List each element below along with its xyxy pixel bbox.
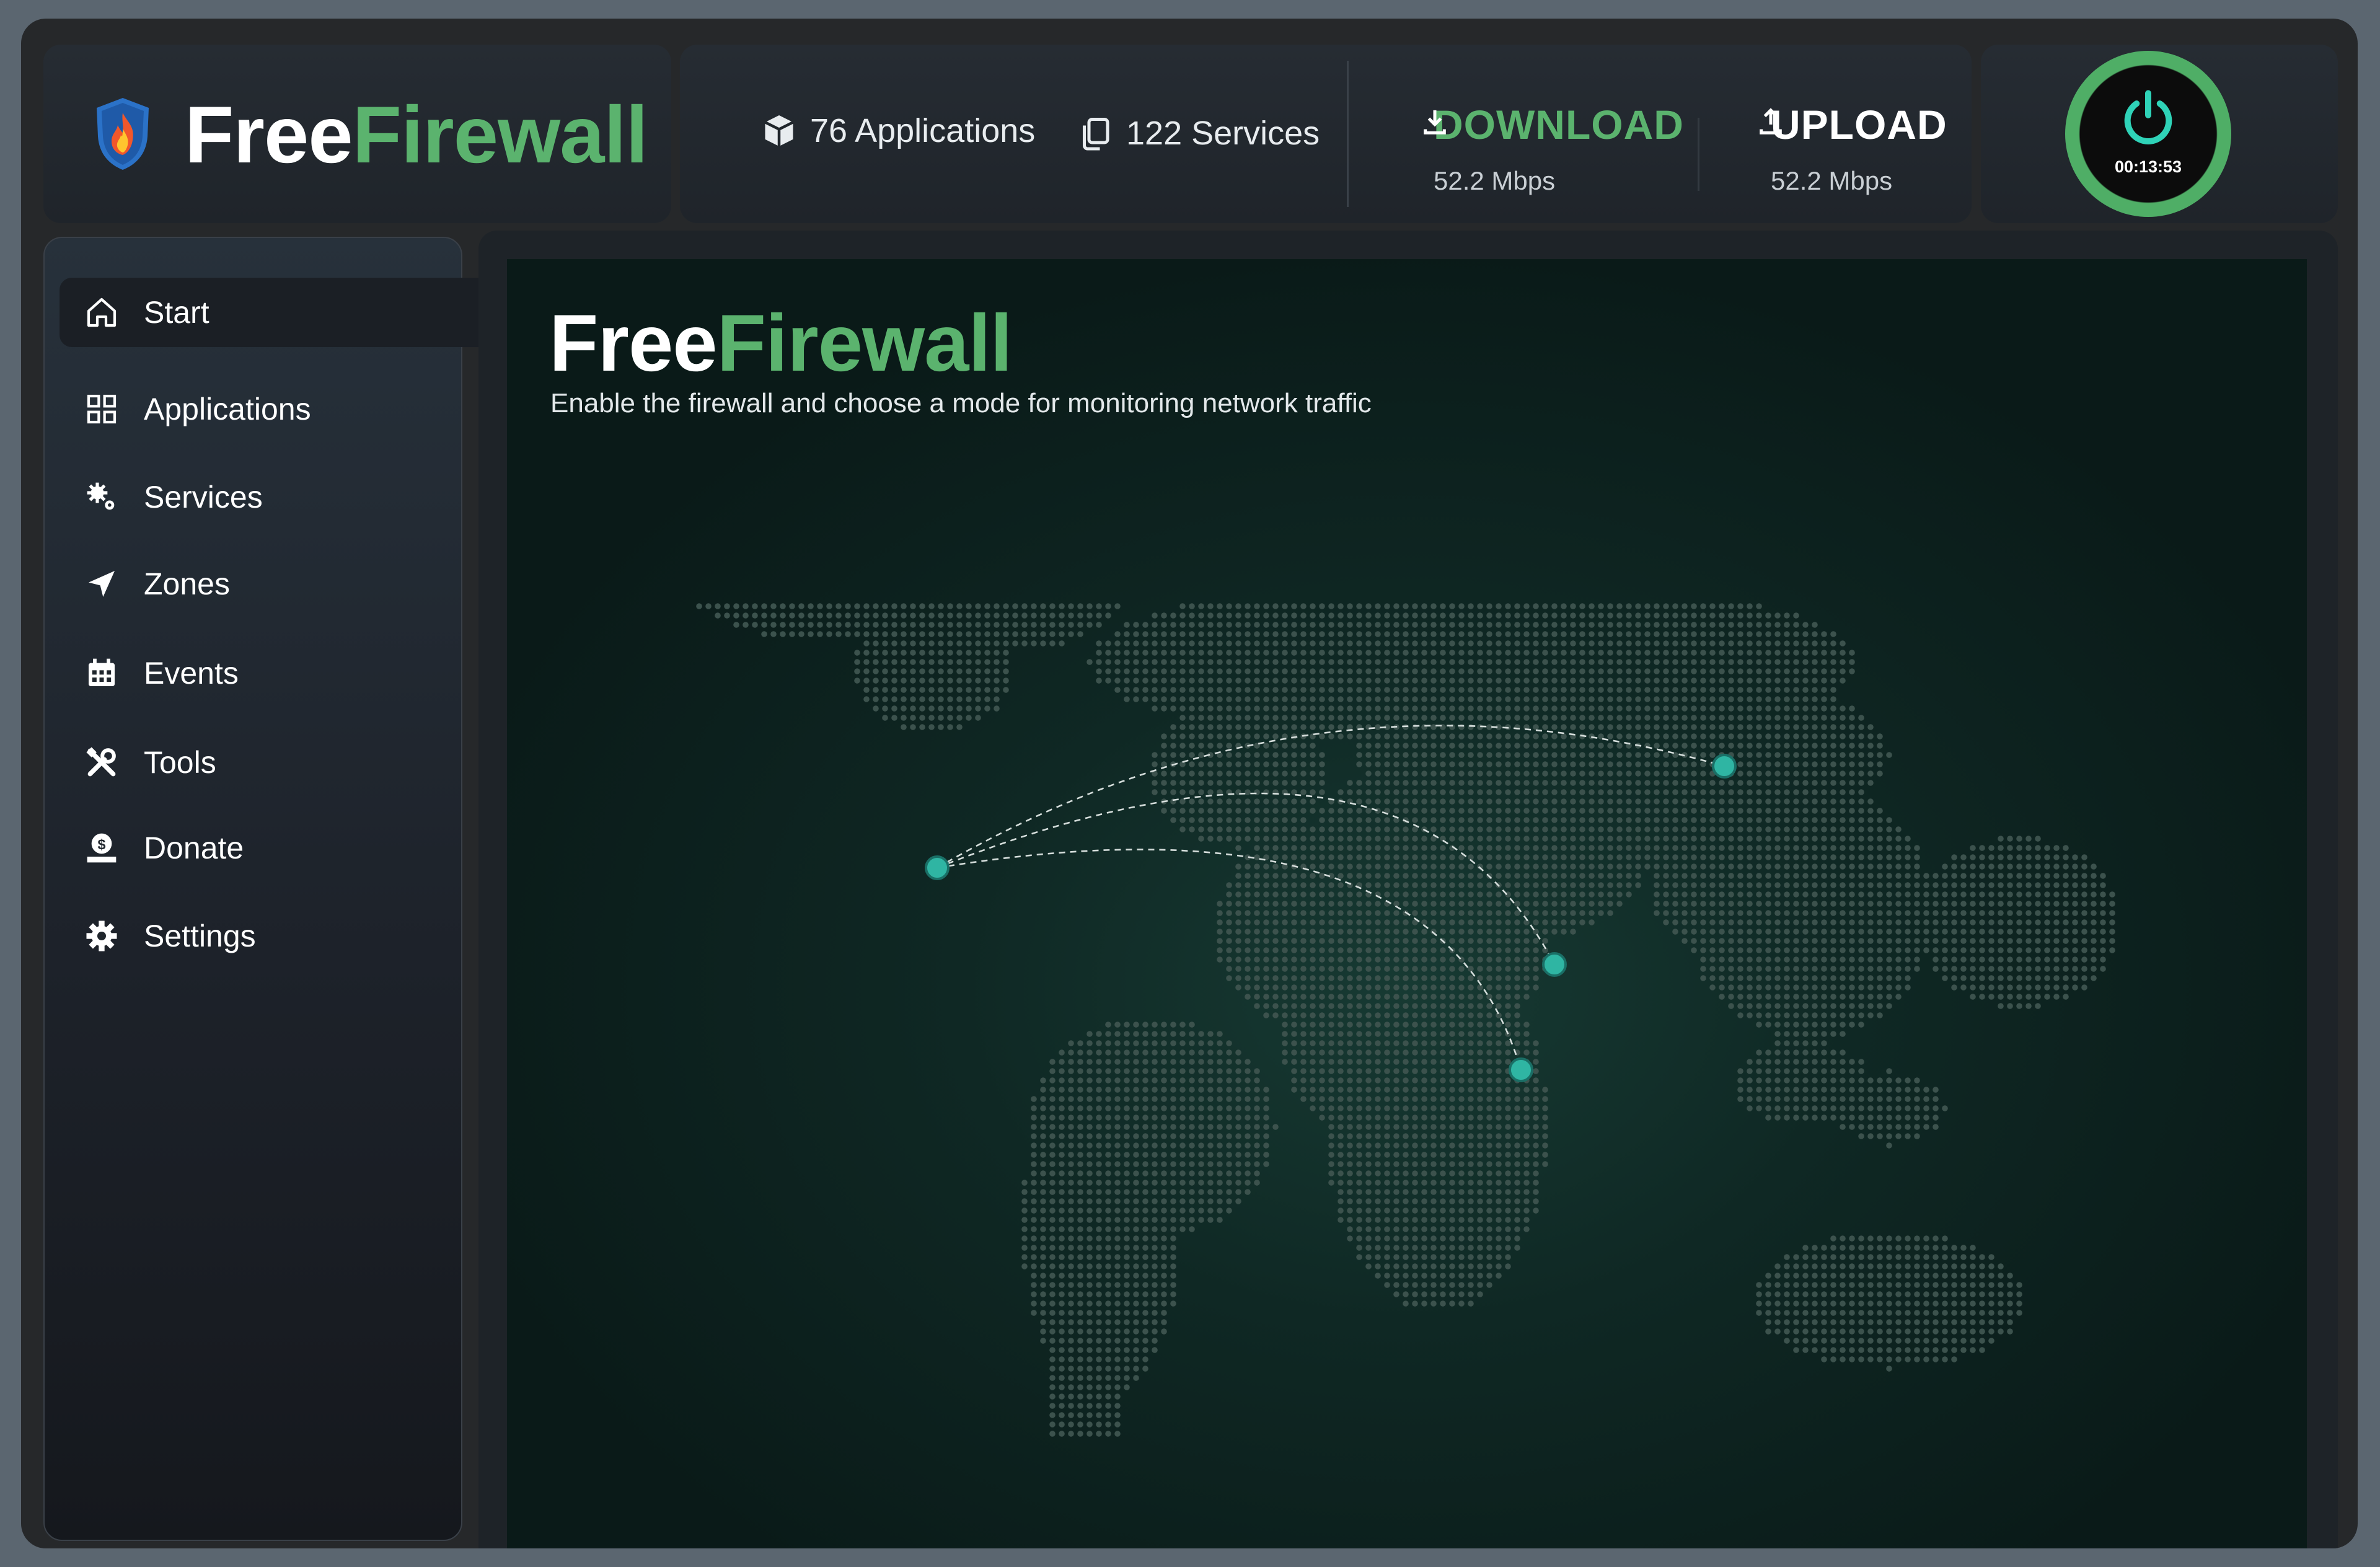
cube-icon <box>764 115 794 146</box>
upload-value: 52.2 Mbps <box>1771 166 1893 195</box>
sidebar-item-services[interactable]: Services <box>60 462 456 532</box>
sidebar-item-label: Services <box>144 480 263 514</box>
connection-node <box>1712 754 1737 779</box>
connection-node <box>925 855 950 880</box>
shield-logo-icon <box>97 98 149 170</box>
services-count: 122 Services <box>1077 114 1320 152</box>
applications-count: 76 Applications <box>760 112 1035 150</box>
power-toggle-button[interactable]: 00:13:53 <box>2065 51 2231 217</box>
tools-icon <box>86 747 116 777</box>
donate-icon: $ <box>87 833 117 863</box>
calendar-icon <box>89 658 115 686</box>
sidebar-item-label: Applications <box>144 392 311 426</box>
send-icon <box>89 571 115 597</box>
main-panel: FreeFirewall Enable the firewall and cho… <box>507 259 2307 1548</box>
connection-node <box>1542 952 1567 977</box>
sidebar-item-start[interactable]: Start <box>60 278 493 347</box>
applications-count-label: 76 Applications <box>810 112 1036 149</box>
app-brand-title: FreeFirewall <box>185 89 648 180</box>
gears-icon <box>87 482 115 510</box>
sidebar-item-events[interactable]: Events <box>60 638 456 708</box>
stats-card: 76 Applications 122 Services DOWNLOAD 52… <box>680 45 1972 223</box>
services-count-label: 122 Services <box>1126 115 1320 152</box>
world-map <box>696 603 2115 1437</box>
upload-label: UPLOAD <box>1771 102 1947 148</box>
sidebar-item-zones[interactable]: Zones <box>60 549 456 619</box>
sidebar-item-tools[interactable]: Tools <box>60 728 456 797</box>
settings-icon <box>86 920 117 951</box>
svg-text:$: $ <box>98 836 106 852</box>
download-label: DOWNLOAD <box>1434 102 1684 148</box>
power-icon <box>2124 89 2172 144</box>
download-icon <box>1424 110 1446 135</box>
sidebar-item-applications[interactable]: Applications <box>60 374 456 444</box>
app-window: FreeFirewall 76 Applications 122 Service… <box>21 19 2358 1548</box>
sidebar-item-label: Start <box>144 295 209 330</box>
copy-icon <box>1083 118 1109 151</box>
main-title: FreeFirewall <box>549 298 1013 388</box>
divider <box>1698 118 1699 191</box>
home-icon <box>87 298 117 327</box>
upload-icon <box>1760 108 1782 135</box>
sidebar-item-donate[interactable]: $ Donate <box>60 813 456 883</box>
sidebar-item-settings[interactable]: Settings <box>60 901 456 971</box>
map-dots <box>696 603 2115 1437</box>
session-timer: 00:13:53 <box>2114 157 2182 176</box>
download-value: 52.2 Mbps <box>1434 166 1556 195</box>
sidebar-item-label: Donate <box>144 831 244 865</box>
connection-node <box>1509 1057 1533 1082</box>
brand-card: FreeFirewall <box>43 45 671 223</box>
sidebar-item-label: Settings <box>144 919 256 953</box>
upload-rate: UPLOAD 52.2 Mbps <box>1741 104 1947 196</box>
sidebar-item-label: Events <box>144 656 239 691</box>
download-rate: DOWNLOAD 52.2 Mbps <box>1390 104 1684 196</box>
main-subtitle: Enable the firewall and choose a mode fo… <box>550 388 1372 418</box>
grid-icon <box>87 394 117 424</box>
sidebar-item-label: Zones <box>144 567 230 601</box>
sidebar-item-label: Tools <box>144 745 216 780</box>
divider <box>1347 61 1349 207</box>
